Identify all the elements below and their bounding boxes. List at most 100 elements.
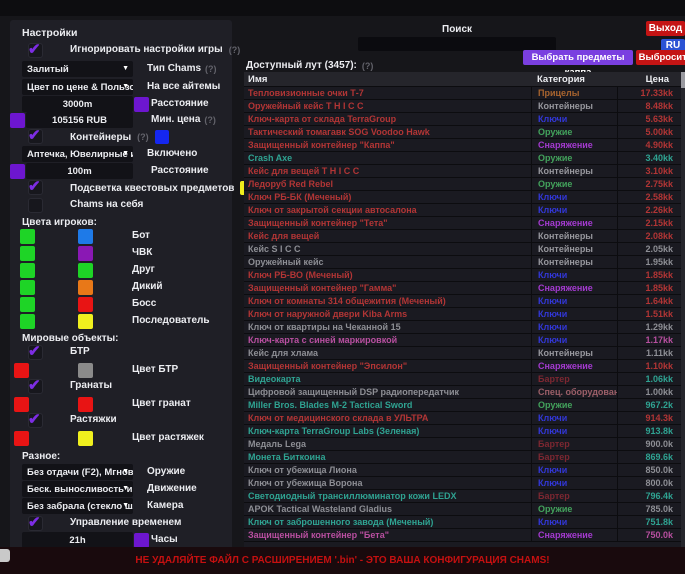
player-secondary-color-swatch[interactable] bbox=[78, 263, 93, 278]
table-row[interactable]: Crash AxeОружие3.40kk bbox=[244, 152, 681, 165]
world-object-checkbox[interactable] bbox=[28, 345, 43, 360]
world-object-checkbox[interactable] bbox=[28, 379, 43, 394]
world-secondary-color-swatch[interactable] bbox=[78, 397, 93, 412]
table-row[interactable]: Ключ от убежища ЛионаКлючи850.0k bbox=[244, 464, 681, 477]
world-objects-list: БТРЦвет БТРГранатыЦвет гранатРастяжкиЦве… bbox=[10, 345, 232, 447]
player-primary-color-swatch[interactable] bbox=[20, 229, 35, 244]
table-row[interactable]: ВидеокартаБартер1.06kk bbox=[244, 373, 681, 386]
distance2-input[interactable]: 100m bbox=[26, 163, 133, 179]
table-row[interactable]: Монета БиткоинаБартер869.6k bbox=[244, 451, 681, 464]
world-object-label: Растяжки bbox=[70, 414, 117, 425]
table-row[interactable]: Ключ РБ-БК (Меченый)Ключи2.58kk bbox=[244, 191, 681, 204]
time-control-checkbox[interactable] bbox=[28, 516, 43, 531]
containers-checkbox[interactable] bbox=[28, 129, 43, 144]
player-secondary-color-swatch[interactable] bbox=[78, 229, 93, 244]
misc-dropdown[interactable]: Без забрала (стекло шлема)▼ bbox=[22, 498, 133, 514]
table-row[interactable]: Светодиодный трансиллюминатор кожи LEDXБ… bbox=[244, 490, 681, 503]
chams-type-dropdown[interactable]: Залитый ▼ bbox=[22, 61, 133, 77]
player-primary-color-swatch[interactable] bbox=[20, 314, 35, 329]
player-secondary-color-swatch[interactable] bbox=[78, 280, 93, 295]
help-hint[interactable]: (?) bbox=[205, 64, 217, 74]
table-row[interactable]: Ключ от наружной двери Kiba ArmsКлючи1.5… bbox=[244, 308, 681, 321]
scrollbar-track[interactable] bbox=[681, 72, 685, 548]
chams-self-checkbox[interactable] bbox=[28, 198, 43, 213]
misc-dropdown-list: Без отдачи (F2), Мгновенное п▼ОружиеБеск… bbox=[10, 464, 232, 515]
select-kappa-items-button[interactable]: Выбрать предметы каппа bbox=[523, 50, 633, 65]
table-row[interactable]: Кейс S I C CКонтейнеры2.05kk bbox=[244, 243, 681, 256]
world-primary-color-swatch[interactable] bbox=[14, 363, 29, 378]
column-header-category[interactable]: Категория bbox=[531, 72, 617, 86]
search-input[interactable] bbox=[358, 37, 556, 51]
table-row[interactable]: Ключ от закрытой секции автосалонаКлючи2… bbox=[244, 204, 681, 217]
player-primary-color-swatch[interactable] bbox=[20, 280, 35, 295]
table-row[interactable]: Кейс для вещей T H I C CКонтейнеры3.10kk bbox=[244, 165, 681, 178]
table-row[interactable]: Ключ-карта от склада TerraGroupКлючи5.63… bbox=[244, 113, 681, 126]
help-hint[interactable]: (?) bbox=[362, 61, 374, 71]
table-row[interactable]: APOK Tactical Wasteland GladiusОружие785… bbox=[244, 503, 681, 516]
table-row[interactable]: Ключ от медицинского склада в УЛЬТРАКлюч… bbox=[244, 412, 681, 425]
table-row[interactable]: Ключ-карта с синей маркировкойКлючи1.17k… bbox=[244, 334, 681, 347]
table-row[interactable]: Ключ от комнаты 314 общежития (Меченый)К… bbox=[244, 295, 681, 308]
table-row[interactable]: Тактический томагавк SOG Voodoo HawkОруж… bbox=[244, 126, 681, 139]
table-row[interactable]: Оружейный кейсКонтейнеры1.95kk bbox=[244, 256, 681, 269]
chams-self-row: Chams на себя bbox=[10, 198, 232, 215]
world-object-checkbox[interactable] bbox=[28, 413, 43, 428]
world-primary-color-swatch[interactable] bbox=[14, 431, 29, 446]
all-items-dropdown[interactable]: Цвет по цене & Пользователь ▼ bbox=[22, 79, 133, 95]
table-row[interactable]: Ключ от убежища ВоронаКлючи800.0k bbox=[244, 477, 681, 490]
table-row[interactable]: Ключ-карта TerraGroup Labs (Зеленая)Ключ… bbox=[244, 425, 681, 438]
world-secondary-color-swatch[interactable] bbox=[78, 431, 93, 446]
distance2-color-swatch[interactable] bbox=[10, 164, 25, 179]
hours-color-swatch[interactable] bbox=[134, 533, 149, 548]
world-secondary-color-swatch[interactable] bbox=[78, 363, 93, 378]
scrollbar-thumb[interactable] bbox=[681, 72, 685, 88]
ignore-game-settings-label: Игнорировать настройки игры bbox=[70, 44, 223, 55]
player-color-row: Бот bbox=[10, 228, 232, 245]
player-secondary-color-swatch[interactable] bbox=[78, 297, 93, 312]
table-row[interactable]: Ключ от квартиры на Чеканной 15Ключи1.29… bbox=[244, 321, 681, 334]
hours-input[interactable]: 21h bbox=[22, 532, 133, 548]
column-header-price[interactable]: Цена bbox=[617, 72, 681, 86]
discard-all-button[interactable]: Выбросить все bbox=[636, 50, 685, 65]
table-row[interactable]: Ключ от заброшенного завода (Меченый)Клю… bbox=[244, 516, 681, 529]
world-primary-color-swatch[interactable] bbox=[14, 397, 29, 412]
help-hint[interactable]: (?) bbox=[137, 132, 149, 142]
table-row[interactable]: Защищенный контейнер "Гамма"Снаряжение1.… bbox=[244, 282, 681, 295]
distance-input[interactable]: 3000m bbox=[22, 96, 133, 112]
table-row[interactable]: Кейс для вещейКонтейнеры2.08kk bbox=[244, 230, 681, 243]
table-row[interactable]: Защищенный контейнер "Каппа"Снаряжение4.… bbox=[244, 139, 681, 152]
player-primary-color-swatch[interactable] bbox=[20, 263, 35, 278]
quest-highlight-checkbox[interactable] bbox=[28, 180, 43, 195]
ignore-game-settings-checkbox[interactable] bbox=[28, 43, 43, 58]
player-secondary-color-swatch[interactable] bbox=[78, 314, 93, 329]
table-row[interactable]: Цифровой защищенный DSP радиопередатчикС… bbox=[244, 386, 681, 399]
table-row[interactable]: Защищенный контейнер "Тета"Снаряжение2.1… bbox=[244, 217, 681, 230]
table-row[interactable]: Кейс для хламаКонтейнеры1.11kk bbox=[244, 347, 681, 360]
table-row[interactable]: Тепловизионные очки Т-7Прицелы17.33kk bbox=[244, 87, 681, 100]
player-secondary-color-swatch[interactable] bbox=[78, 246, 93, 261]
column-header-name[interactable]: Имя bbox=[244, 74, 531, 85]
item-name: Ключ от заброшенного завода (Меченый) bbox=[244, 517, 531, 527]
table-row[interactable]: Ледоруб Red RebelОружие2.75kk bbox=[244, 178, 681, 191]
misc-dropdown[interactable]: Без отдачи (F2), Мгновенное п▼ bbox=[22, 464, 133, 480]
player-primary-color-swatch[interactable] bbox=[20, 297, 35, 312]
world-color-label: Цвет гранат bbox=[132, 398, 191, 409]
table-row[interactable]: Защищенный контейнер "Бета"Снаряжение750… bbox=[244, 529, 681, 542]
help-hint[interactable]: (?) bbox=[204, 115, 216, 125]
help-hint[interactable]: (?) bbox=[229, 45, 241, 55]
table-row[interactable]: Miller Bros. Blades M-2 Tactical SwordОр… bbox=[244, 399, 681, 412]
min-price-color-swatch[interactable] bbox=[10, 113, 25, 128]
min-price-input[interactable]: 105156 RUB bbox=[26, 112, 133, 128]
table-row[interactable]: Ключ РБ-ВО (Меченый)Ключи1.85kk bbox=[244, 269, 681, 282]
table-row[interactable]: Оружейный кейс T H I C CКонтейнеры8.48kk bbox=[244, 100, 681, 113]
player-primary-color-swatch[interactable] bbox=[20, 246, 35, 261]
table-row[interactable]: Защищенный контейнер "Эпсилон"Снаряжение… bbox=[244, 360, 681, 373]
enabled-filter-dropdown[interactable]: Аптечка, Ювелирные и... ▼ bbox=[22, 146, 133, 162]
containers-color-swatch[interactable] bbox=[155, 130, 169, 144]
enabled-filter-label: Включено bbox=[147, 148, 197, 159]
misc-dropdown[interactable]: Беск. выносливость и нет уста▼ bbox=[22, 481, 133, 497]
exit-button[interactable]: Выход bbox=[646, 21, 685, 36]
table-row[interactable]: Медаль LegaБартер900.0k bbox=[244, 438, 681, 451]
item-price: 1.06kk bbox=[617, 373, 681, 385]
distance-color-swatch[interactable] bbox=[134, 97, 149, 112]
